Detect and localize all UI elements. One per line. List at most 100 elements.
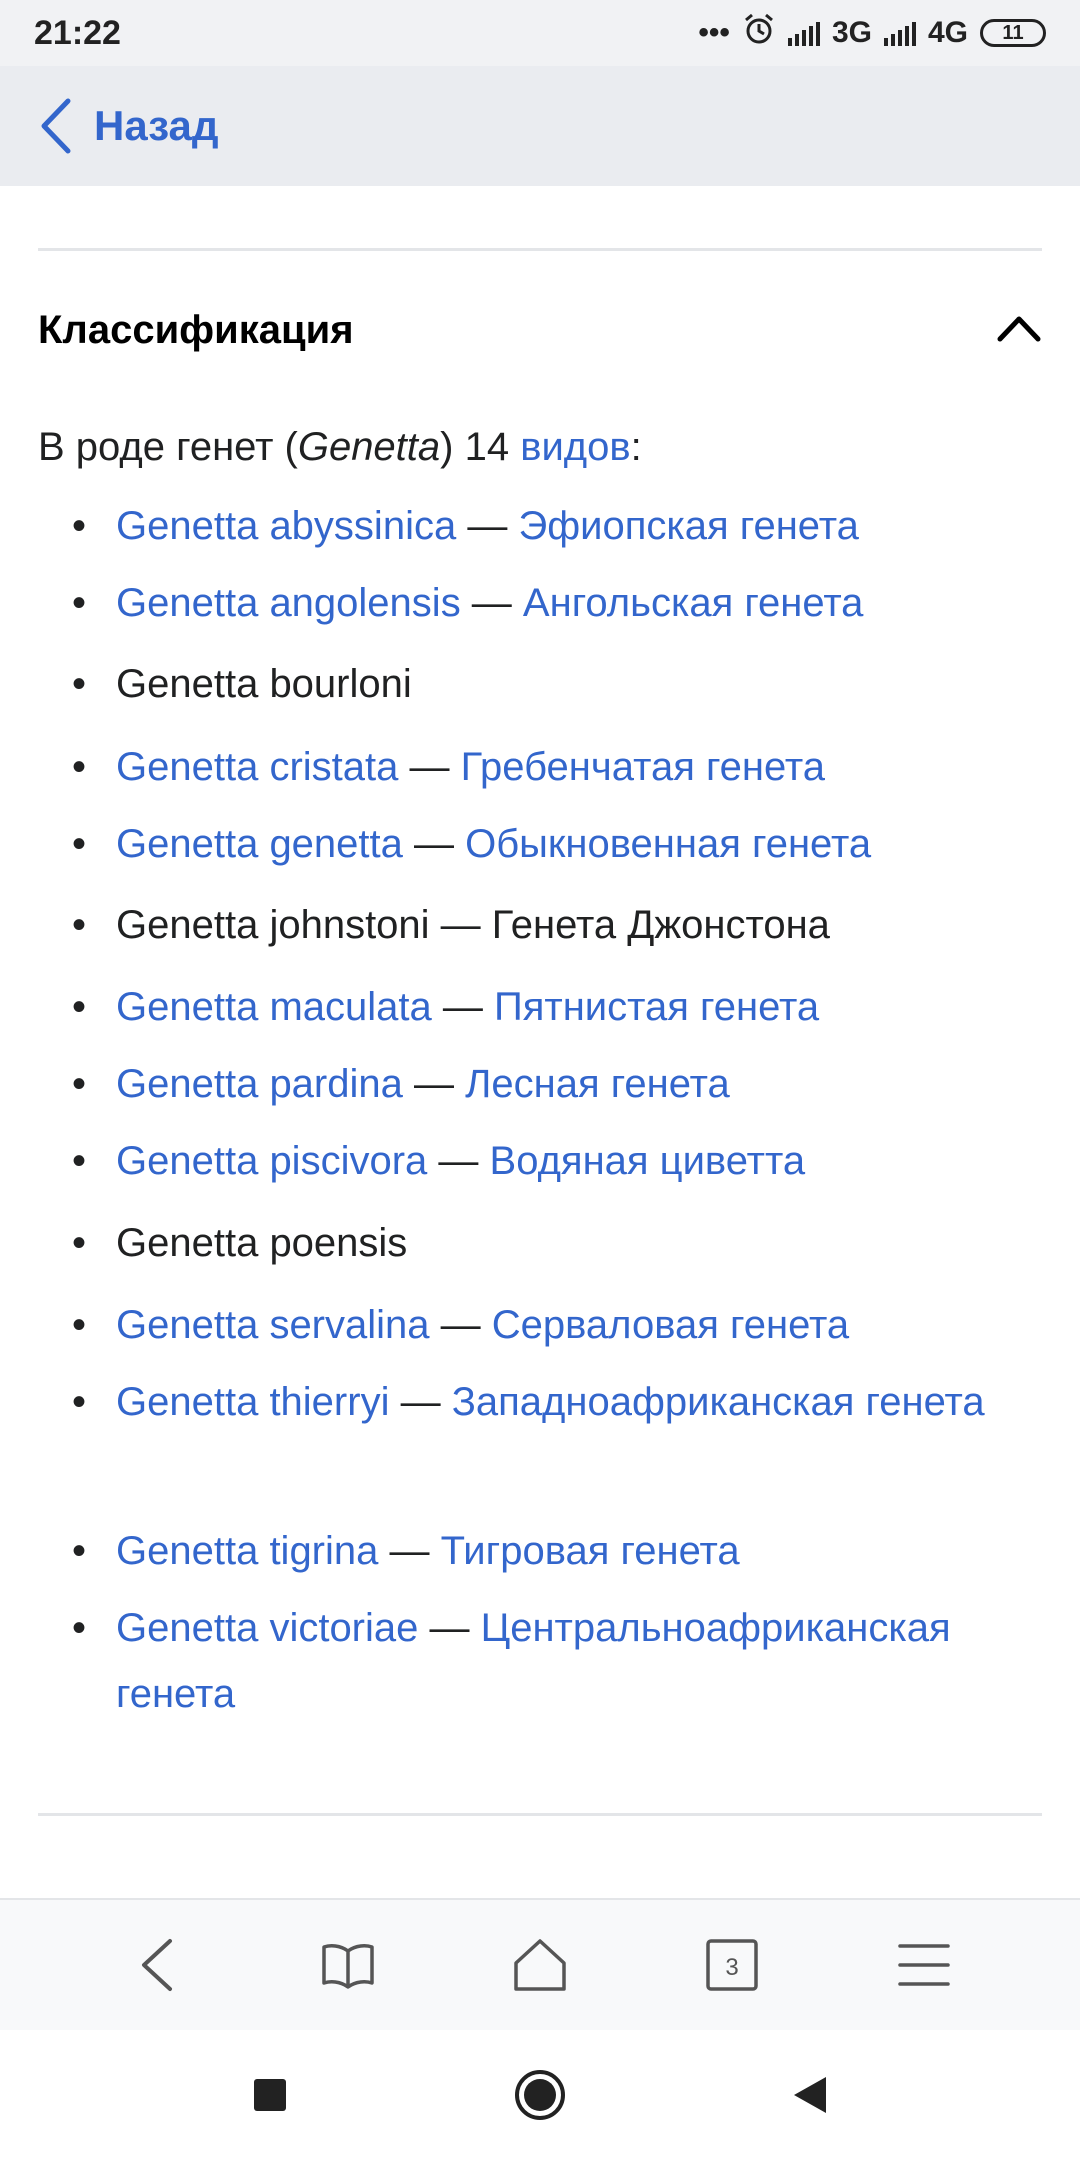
species-entry: Genetta poensis <box>116 1210 1046 1276</box>
species-russian-name: Генета Джонстона <box>491 903 830 947</box>
status-bar: 21:22 ••• 3G 4G 11 <box>0 0 1080 66</box>
dash-separator: — <box>429 903 492 947</box>
dash-separator: — <box>427 1139 490 1183</box>
recents-square-icon[interactable] <box>230 2055 310 2135</box>
dash-separator: — <box>431 985 494 1029</box>
species-russian-link[interactable]: Гребенчатая генета <box>461 745 825 789</box>
species-entry: Genetta johnstoni — Генета Джонстона <box>116 892 1046 958</box>
species-russian-link[interactable]: Серваловая генета <box>492 1303 849 1347</box>
tabs-count: 3 <box>725 1954 738 1981</box>
bullet-icon: • <box>72 662 87 706</box>
signal-icon <box>787 20 820 46</box>
battery-icon: 11 <box>980 19 1046 47</box>
species-latin-link[interactable]: Genetta piscivora <box>116 1139 427 1183</box>
divider-top <box>38 248 1042 251</box>
species-russian-link[interactable]: Ангольская генета <box>523 581 864 625</box>
bullet-icon: • <box>72 822 87 866</box>
section-title: Классификация <box>38 307 354 352</box>
bullet-icon: • <box>72 1380 87 1424</box>
species-list-item: • Genetta pardina — Лесная генета <box>38 1051 1048 1117</box>
intro-text: В роде генет (Genetta) 14 видов: <box>38 425 642 469</box>
species-entry: Genetta bourloni <box>116 651 1046 717</box>
species-latin-link[interactable]: Genetta maculata <box>116 985 432 1029</box>
species-entry: Genetta cristata — Гребенчатая генета <box>116 734 1046 800</box>
species-latin-link[interactable]: Genetta angolensis <box>116 581 461 625</box>
species-latin-link[interactable]: Genetta abyssinica <box>116 504 456 548</box>
menu-icon[interactable] <box>874 1915 974 2015</box>
bullet-icon: • <box>72 1606 87 1650</box>
bullet-icon: • <box>72 1221 87 1265</box>
species-list-item: • Genetta abyssinica — Эфиопская генета <box>38 493 1048 559</box>
species-russian-link[interactable]: Водяная циветта <box>490 1139 806 1183</box>
species-list-item: • Genetta genetta — Обыкновенная генета <box>38 811 1048 877</box>
bullet-icon: • <box>72 745 87 789</box>
species-entry: Genetta piscivora — Водяная циветта <box>116 1128 1046 1194</box>
network-4g-label: 4G <box>927 16 968 49</box>
species-entry: Genetta victoriae — Центральноафриканска… <box>116 1595 1046 1727</box>
species-list-item: • Genetta piscivora — Водяная циветта <box>38 1128 1048 1194</box>
species-entry: Genetta pardina — Лесная генета <box>116 1051 1046 1117</box>
species-latin-link[interactable]: Genetta thierryi <box>116 1380 389 1424</box>
top-bar: Назад <box>0 66 1080 186</box>
dash-separator: — <box>418 1606 481 1650</box>
dash-separator: — <box>402 1062 466 1106</box>
species-list-item: • Genetta bourloni <box>38 651 1048 717</box>
species-entry: Genetta thierryi — Западноафриканская ге… <box>116 1369 1046 1435</box>
species-latin-link[interactable]: Genetta cristata <box>116 745 398 789</box>
species-entry: Genetta abyssinica — Эфиопская генета <box>116 493 1046 559</box>
genus-name: Genetta <box>297 425 441 469</box>
home-circle-icon[interactable] <box>500 2055 580 2135</box>
bullet-icon: • <box>72 1303 87 1347</box>
species-latin-link[interactable]: Genetta servalina <box>116 1303 430 1347</box>
bullet-icon: • <box>72 581 87 625</box>
species-list-item: • Genetta angolensis — Ангольская генета <box>38 570 1048 636</box>
species-entry: Genetta servalina — Серваловая генета <box>116 1292 1046 1358</box>
dash-separator: — <box>398 745 461 789</box>
collapse-chevron-icon[interactable] <box>996 313 1042 348</box>
signal-icon-2 <box>883 20 916 46</box>
species-latin-link[interactable]: Genetta pardina <box>116 1062 403 1106</box>
bullet-icon: • <box>72 903 87 947</box>
species-russian-link[interactable]: Эфиопская генета <box>518 504 858 548</box>
dash-separator: — <box>389 1380 452 1424</box>
system-nav-bar <box>0 2030 1080 2160</box>
status-icons: ••• 3G 4G 11 <box>698 12 1046 54</box>
species-list-item: • Genetta johnstoni — Генета Джонстона <box>38 892 1048 958</box>
species-latin: Genetta poensis <box>116 1221 408 1265</box>
species-latin: Genetta johnstoni <box>116 903 430 947</box>
home-icon[interactable] <box>490 1915 590 2015</box>
section-header[interactable]: Классификация <box>38 290 1042 370</box>
bullet-icon: • <box>72 1062 87 1106</box>
browser-toolbar: 3 <box>0 1898 1080 2030</box>
species-russian-link[interactable]: Тигровая генета <box>441 1529 740 1573</box>
species-latin-link[interactable]: Genetta genetta <box>116 822 403 866</box>
divider-bottom <box>38 1813 1042 1816</box>
back-chevron-icon[interactable] <box>38 97 72 155</box>
species-list-item: • Genetta cristata — Гребенчатая генета <box>38 734 1048 800</box>
species-latin: Genetta bourloni <box>116 662 412 706</box>
species-latin-link[interactable]: Genetta victoriae <box>116 1606 418 1650</box>
species-list-item: • Genetta servalina — Серваловая генета <box>38 1292 1048 1358</box>
species-entry: Genetta maculata — Пятнистая генета <box>116 974 1046 1040</box>
bullet-icon: • <box>72 1529 87 1573</box>
species-list-item: • Genetta thierryi — Западноафриканская г… <box>38 1369 1048 1501</box>
species-russian-link[interactable]: Пятнистая генета <box>494 985 819 1029</box>
back-triangle-icon[interactable] <box>770 2055 850 2135</box>
species-link[interactable]: видов <box>520 425 630 469</box>
species-russian-link[interactable]: Западноафриканская генета <box>452 1380 985 1424</box>
species-list-item: • Genetta tigrina — Тигровая генета <box>38 1518 1048 1584</box>
species-russian-link[interactable]: Лесная генета <box>465 1062 730 1106</box>
species-list-item: • Genetta poensis <box>38 1210 1048 1276</box>
bullet-icon: • <box>72 504 87 548</box>
species-russian-link[interactable]: Обыкновенная генета <box>465 822 871 866</box>
dash-separator: — <box>402 822 466 866</box>
status-time: 21:22 <box>34 13 121 52</box>
dash-separator: — <box>460 581 523 625</box>
book-icon[interactable] <box>298 1915 398 2015</box>
tabs-icon[interactable]: 3 <box>682 1915 782 2015</box>
species-latin-link[interactable]: Genetta tigrina <box>116 1529 378 1573</box>
back-button[interactable]: Назад <box>94 102 219 150</box>
back-icon[interactable] <box>106 1915 206 2015</box>
species-entry: Genetta tigrina — Тигровая генета <box>116 1518 1046 1584</box>
bullet-icon: • <box>72 985 87 1029</box>
